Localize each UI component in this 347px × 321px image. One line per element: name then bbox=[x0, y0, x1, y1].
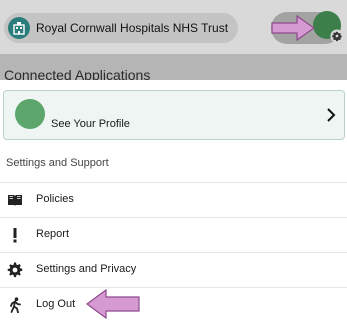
book-icon bbox=[8, 195, 22, 206]
chevron-right-icon bbox=[327, 108, 336, 122]
settings-sheet: See Your Profile Settings and Support Po… bbox=[0, 80, 347, 319]
menu-item-report[interactable]: Report bbox=[0, 217, 347, 251]
settings-support-heading: Settings and Support bbox=[6, 157, 109, 169]
menu-label-settings-privacy: Settings and Privacy bbox=[36, 263, 137, 275]
highlight-arrow bbox=[86, 289, 140, 319]
menu-label-report: Report bbox=[36, 228, 70, 240]
organization-switcher[interactable]: Royal Cornwall Hospitals NHS Trust bbox=[4, 13, 239, 43]
hospital-icon bbox=[8, 17, 30, 39]
gear-icon bbox=[7, 262, 23, 278]
menu-item-log-out[interactable]: Log Out bbox=[0, 287, 347, 321]
profile-avatar bbox=[15, 99, 45, 129]
menu-label-log-out: Log Out bbox=[36, 298, 76, 310]
menu-item-policies[interactable]: Policies bbox=[0, 182, 347, 216]
exclamation-icon bbox=[13, 228, 17, 243]
gear-icon bbox=[330, 29, 344, 43]
see-profile-button[interactable]: See Your Profile bbox=[3, 90, 345, 140]
see-profile-label: See Your Profile bbox=[51, 118, 130, 130]
menu-label-policies: Policies bbox=[36, 193, 74, 205]
organization-name: Royal Cornwall Hospitals NHS Trust bbox=[36, 21, 229, 35]
running-person-icon bbox=[10, 297, 21, 313]
highlight-arrow bbox=[271, 15, 315, 41]
menu-item-settings-privacy[interactable]: Settings and Privacy bbox=[0, 252, 347, 286]
